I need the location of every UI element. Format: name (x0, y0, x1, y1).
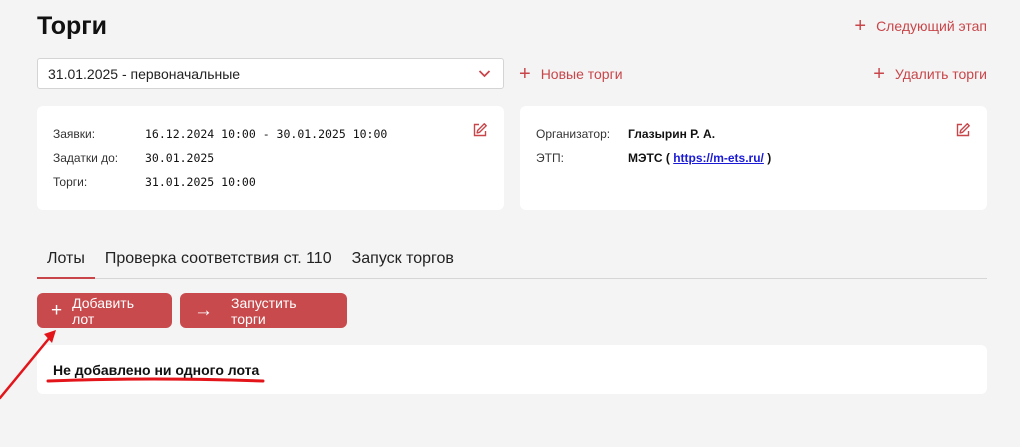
organizer-label: Организатор: (536, 127, 611, 141)
plus-icon: + (519, 63, 531, 85)
next-stage-label: Следующий этап (876, 18, 987, 34)
dates-card: Заявки: 16.12.2024 10:00 - 30.01.2025 10… (37, 106, 504, 210)
etp-name: МЭТС ( (628, 151, 670, 165)
plus-icon: + (51, 300, 63, 321)
auction-date-label: Торги: (53, 175, 88, 189)
tab-lots[interactable]: Лоты (37, 244, 95, 279)
etp-link[interactable]: https://m-ets.ru/ (673, 151, 764, 165)
add-lot-label: Добавить лот (72, 294, 134, 327)
auction-date-value: 31.01.2025 10:00 (145, 175, 256, 189)
arrow-right-icon: → (194, 300, 213, 321)
tab-start-auction[interactable]: Запуск торгов (342, 244, 464, 279)
delete-auction-label: Удалить торги (894, 66, 987, 82)
applications-value: 16.12.2024 10:00 - 30.01.2025 10:00 (145, 127, 388, 141)
delete-auction-button[interactable]: + Удалить торги (873, 64, 987, 84)
add-lot-button[interactable]: + Добавить лот (37, 293, 172, 328)
applications-label: Заявки: (53, 127, 96, 141)
tab-bar: Лоты Проверка соответствия ст. 110 Запус… (37, 244, 987, 279)
organizer-row: Организатор: Глазырин Р. А. (536, 127, 715, 141)
new-auction-label: Новые торги (540, 66, 623, 82)
etp-label: ЭТП: (536, 151, 564, 165)
chevron-down-icon (478, 70, 491, 78)
empty-state-text: Не добавлено ни одного лота (53, 362, 260, 378)
tab-compliance-check[interactable]: Проверка соответствия ст. 110 (95, 244, 342, 279)
organizer-card: Организатор: Глазырин Р. А. ЭТП: МЭТС ( … (520, 106, 987, 210)
organizer-value: Глазырин Р. А. (628, 127, 716, 141)
deposits-label: Задатки до: (53, 151, 119, 165)
deposits-value: 30.01.2025 (145, 151, 215, 165)
edit-icon[interactable] (472, 122, 488, 138)
etp-value: МЭТС ( https://m-ets.ru/ ) (628, 151, 771, 165)
plus-icon: + (873, 63, 885, 85)
run-auction-button[interactable]: → Запустить торги (180, 293, 347, 328)
edit-icon[interactable] (955, 122, 971, 138)
auction-date-row: Торги: 31.01.2025 10:00 (53, 175, 256, 189)
new-auction-button[interactable]: + Новые торги (519, 64, 623, 84)
next-stage-button[interactable]: + Следующий этап (854, 16, 987, 36)
run-auction-label: Запустить торги (231, 294, 297, 327)
applications-row: Заявки: 16.12.2024 10:00 - 30.01.2025 10… (53, 127, 387, 141)
lots-empty-state: Не добавлено ни одного лота (37, 345, 987, 394)
etp-close: ) (767, 151, 772, 165)
auction-select-value: 31.01.2025 - первоначальные (48, 65, 241, 82)
page-title: Торги (37, 12, 108, 40)
auction-select[interactable]: 31.01.2025 - первоначальные (37, 58, 504, 89)
plus-icon: + (854, 15, 867, 37)
etp-row: ЭТП: МЭТС ( https://m-ets.ru/ ) (536, 151, 771, 165)
deposits-row: Задатки до: 30.01.2025 (53, 151, 214, 165)
